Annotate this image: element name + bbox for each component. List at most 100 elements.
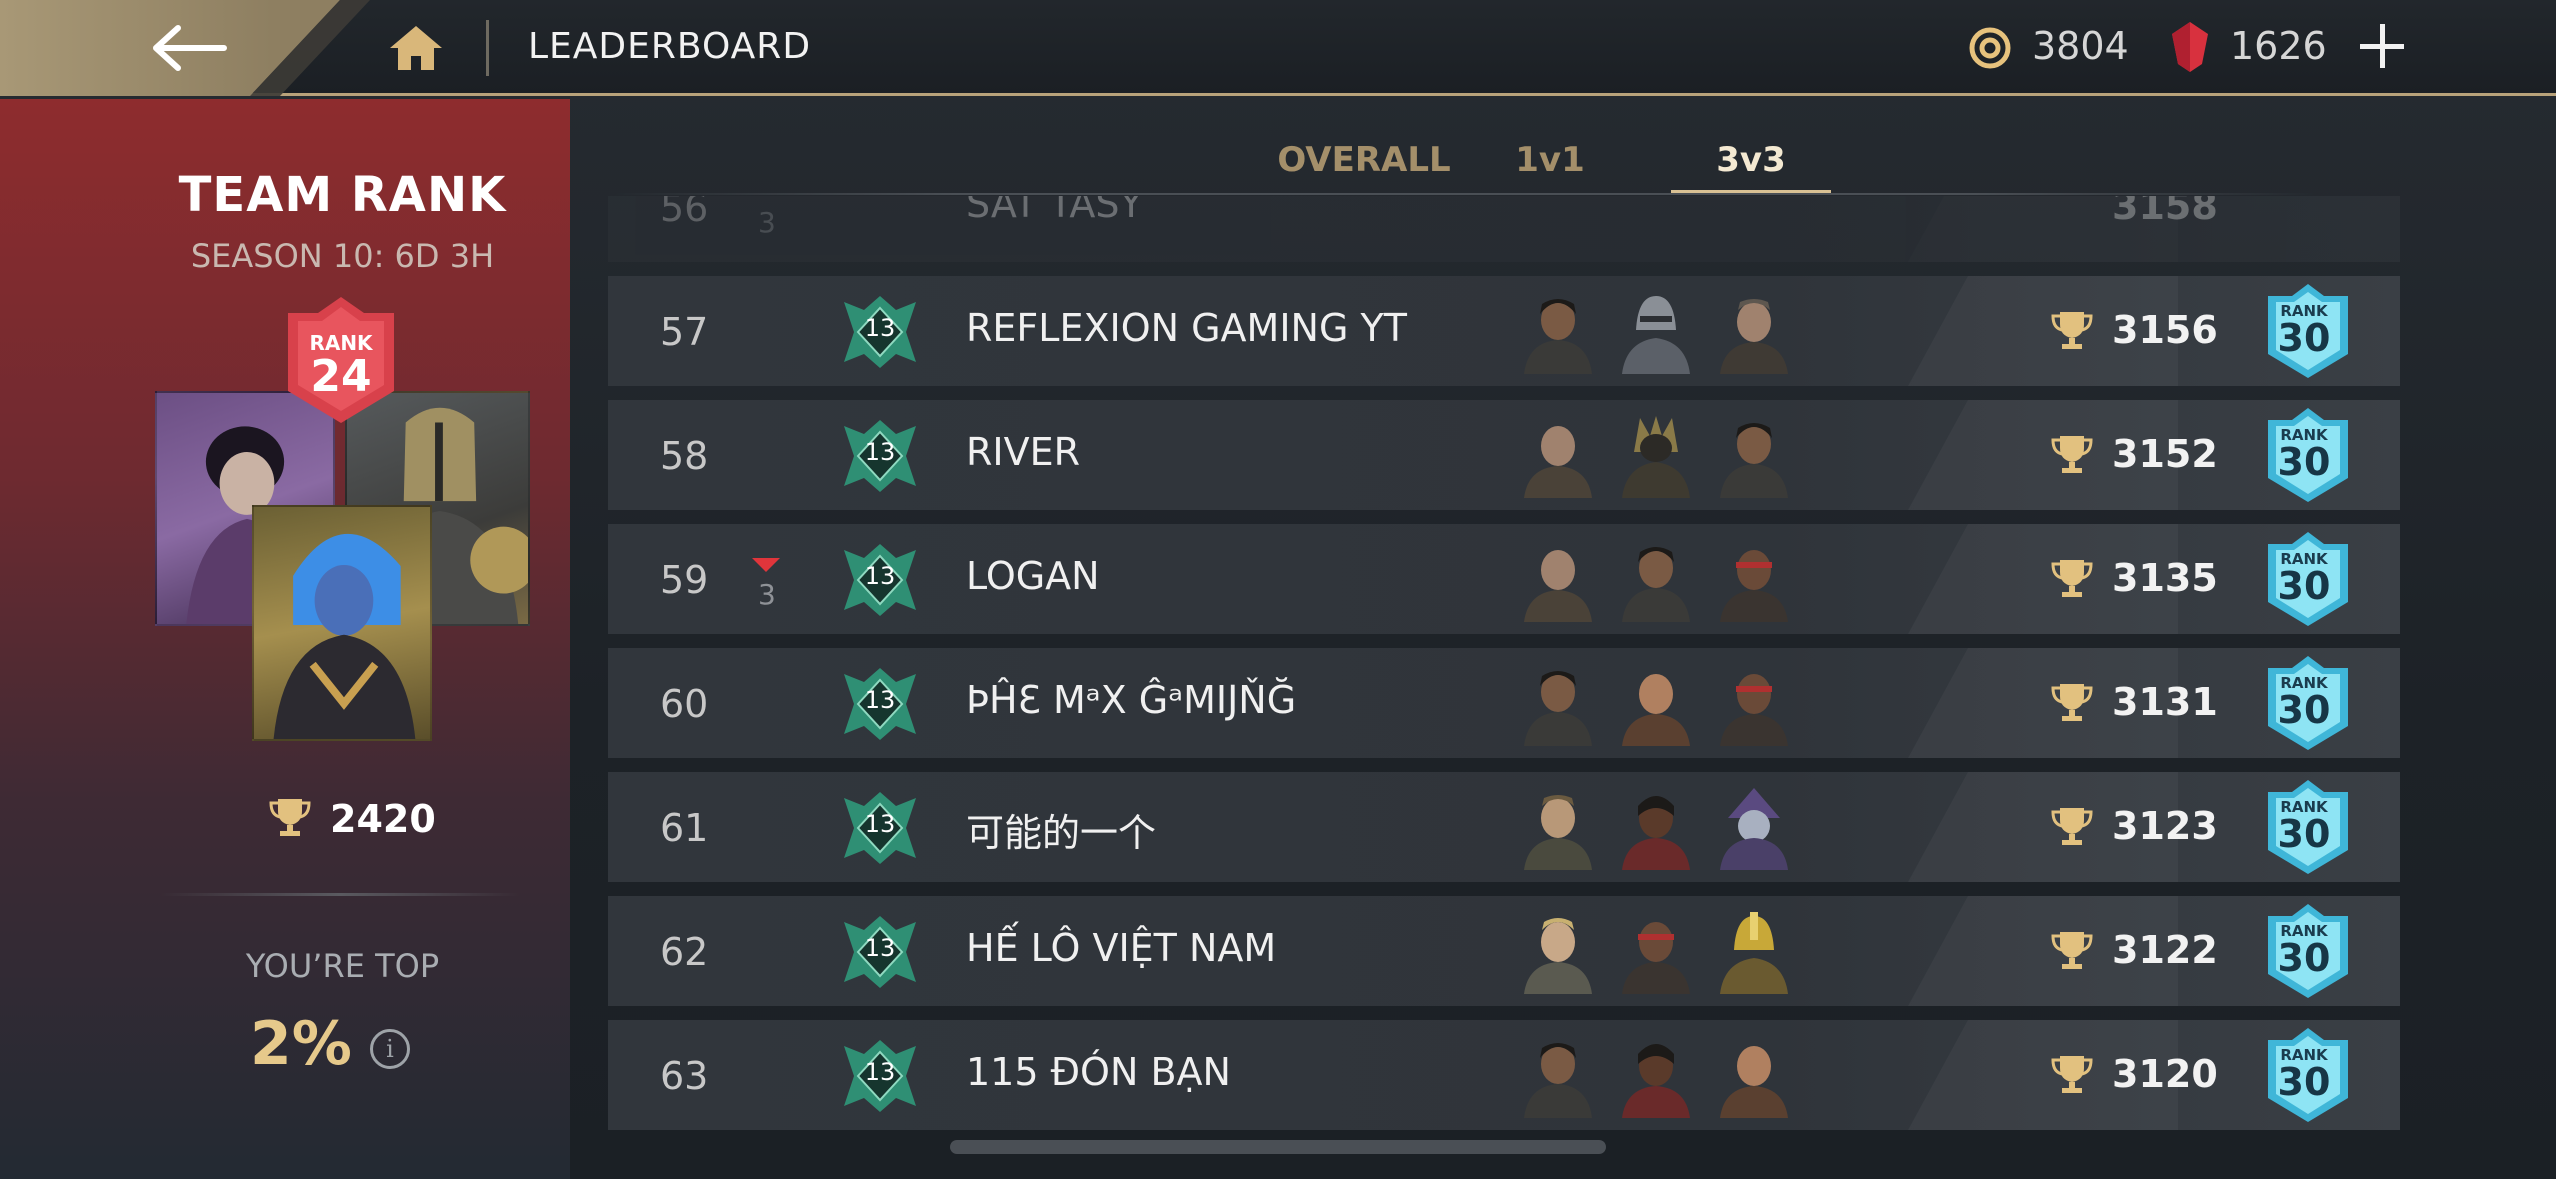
tier-level: 13 [864, 562, 896, 590]
add-currency-button[interactable] [2356, 20, 2408, 72]
player-name: REFLEXION GAMING YT [966, 306, 1407, 350]
trophy-icon [2051, 312, 2093, 349]
hero-portrait-3 [252, 505, 432, 741]
table-row[interactable]: 63 13 115 ĐÓN BẠN 3120 RANK 30 [608, 1020, 2400, 1130]
row-rank: 63 [660, 1054, 709, 1098]
info-icon[interactable]: i [370, 1029, 410, 1069]
tab-1v1[interactable]: 1v1 [1490, 140, 1610, 180]
trophy-icon [2051, 560, 2093, 597]
hero-lineup [1518, 538, 1818, 622]
top-percent-value: 2% [250, 1009, 352, 1079]
hero-avatar-icon [1720, 1046, 1788, 1118]
tier-level: 13 [864, 314, 896, 342]
tier-level: 13 [864, 934, 896, 962]
hero-avatar-icon [1524, 1043, 1592, 1118]
row-rank: 62 [660, 930, 709, 974]
hero-lineup [1518, 290, 1818, 374]
hero-lineup [1518, 786, 1818, 870]
row-rank: 61 [660, 806, 709, 850]
tier-level: 13 [864, 686, 896, 714]
row-rank: 56 [660, 196, 709, 230]
home-icon[interactable] [386, 22, 446, 74]
player-name: 115 ĐÓN BẠN [966, 1050, 1231, 1094]
player-rank-number: 30 [2277, 564, 2331, 608]
player-name: ÞĤƐ MᵃX ĜᵃMIJŇĞ [966, 678, 1297, 722]
hero-avatar-icon [1720, 423, 1788, 498]
player-name: LOGAN [966, 554, 1100, 598]
hero-avatar-icon [1524, 795, 1592, 870]
player-rank-number: 30 [2277, 1060, 2331, 1104]
row-trophy-count: 3120 [2112, 1052, 2218, 1096]
player-name: SAT TASY [966, 196, 1143, 226]
player-rank-number: 30 [2277, 936, 2331, 980]
hero-avatar-icon [1622, 1044, 1690, 1118]
season-timer: SEASON 10: 6D 3H [190, 237, 495, 275]
trophy-icon [2051, 1056, 2093, 1093]
hero-avatar-icon [1524, 426, 1592, 498]
row-trophy-count: 3135 [2112, 556, 2218, 600]
header-divider [486, 20, 489, 76]
tab-overall[interactable]: OVERALL [1254, 140, 1474, 180]
leaderboard-list[interactable]: 56 3 SAT TASY 3158 57 13 REFLEXION GAMIN… [608, 196, 2400, 1136]
team-rank-title: TEAM RANK [178, 167, 507, 223]
hero-avatar-icon [1524, 299, 1592, 374]
row-trophy-count: 3156 [2112, 308, 2218, 352]
row-trophy-count: 3122 [2112, 928, 2218, 972]
panel-divider [160, 893, 520, 896]
row-rank-change: 3 [758, 578, 776, 611]
row-trophy-count: 3158 [2112, 196, 2218, 228]
top-bar: LEADERBOARD 3804 1626 [0, 0, 2556, 96]
table-row[interactable]: 62 13 HẾ LÔ VIỆT NAM 3122 RANK 30 [608, 896, 2400, 1006]
row-trophy-count: 3123 [2112, 804, 2218, 848]
rank-down-icon [752, 558, 780, 572]
player-rank-number: 30 [2277, 440, 2331, 484]
row-trophy-count: 3131 [2112, 680, 2218, 724]
player-rank-number: 30 [2277, 316, 2331, 360]
tier-level: 13 [864, 810, 896, 838]
table-row[interactable]: 59 3 13 LOGAN 3135 RANK 30 [608, 524, 2400, 634]
back-arrow-icon[interactable] [150, 18, 230, 78]
tabs-divider [615, 193, 2315, 195]
horizontal-scrollbar[interactable] [950, 1140, 1606, 1154]
hero-avatar-icon [1622, 796, 1690, 870]
trophy-icon [2051, 932, 2093, 969]
hero-avatar-icon [1622, 296, 1690, 374]
trophy-icon [2051, 436, 2093, 473]
row-rank: 58 [660, 434, 709, 478]
hero-avatar-icon [1720, 550, 1788, 622]
row-rank: 60 [660, 682, 709, 726]
player-rank-number: 30 [2277, 812, 2331, 856]
tier-level: 13 [864, 1058, 896, 1086]
table-row[interactable]: 58 13 RIVER 3152 RANK 30 [608, 400, 2400, 510]
hero-avatar-icon [1524, 550, 1592, 622]
coin-icon [1968, 26, 2012, 70]
hero-lineup [1518, 910, 1818, 994]
hero-avatar-icon [1720, 674, 1788, 746]
tier-level: 13 [864, 438, 896, 466]
hero-lineup [1518, 1034, 1818, 1118]
hero-lineup [1518, 414, 1818, 498]
table-row[interactable]: 56 3 SAT TASY 3158 [608, 196, 2400, 262]
hero-avatar-icon [1622, 674, 1690, 746]
row-rank: 59 [660, 558, 709, 602]
table-row[interactable]: 57 13 REFLEXION GAMING YT 3156 RANK 30 [608, 276, 2400, 386]
top-percent-label: YOU’RE TOP [245, 947, 440, 985]
page-title: LEADERBOARD [528, 26, 812, 67]
player-name: RIVER [966, 430, 1081, 474]
team-rank-panel: TEAM RANK SEASON 10: 6D 3H RANK 24 2420 … [0, 99, 570, 1179]
row-rank-change: 3 [758, 206, 776, 239]
coin-balance: 3804 [2032, 24, 2129, 68]
hero-avatar-icon [1622, 547, 1690, 622]
player-name: HẾ LÔ VIỆT NAM [966, 926, 1277, 970]
table-row[interactable]: 60 13 ÞĤƐ MᵃX ĜᵃMIJŇĞ 3131 RANK 30 [608, 648, 2400, 758]
hero-lineup [1518, 662, 1818, 746]
team-rank-number: 24 [310, 351, 372, 402]
hero-avatar-icon [1720, 788, 1788, 870]
tab-3v3[interactable]: 3v3 [1671, 140, 1831, 180]
gem-icon [2168, 20, 2212, 74]
gem-balance: 1626 [2230, 24, 2327, 68]
hero-avatar-icon [1720, 912, 1788, 994]
table-row[interactable]: 61 13 可能的一个 3123 RANK 30 [608, 772, 2400, 882]
player-rank-number: 30 [2277, 688, 2331, 732]
player-name: 可能的一个 [966, 811, 1157, 855]
